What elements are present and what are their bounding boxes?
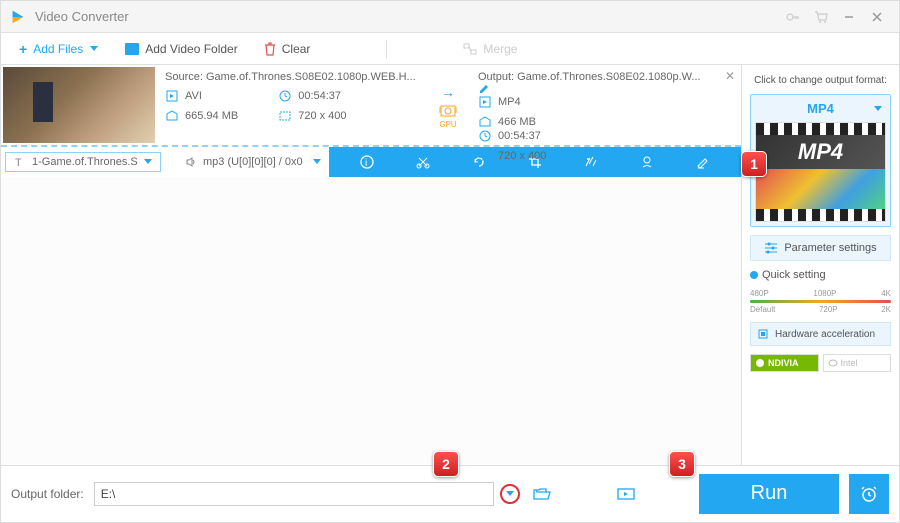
parameter-settings-button[interactable]: Parameter settings — [750, 235, 891, 261]
clear-label: Clear — [282, 42, 311, 56]
output-folder-input[interactable] — [94, 482, 494, 506]
format-selector[interactable]: MP4 MP4 — [750, 94, 891, 227]
speaker-icon — [185, 156, 197, 168]
resolution-icon — [278, 109, 292, 123]
intel-icon — [828, 358, 838, 368]
callout-2: 2 — [433, 451, 459, 477]
gpu-label: GPU — [439, 120, 456, 129]
output-info: ✕ Output: Game.of.Thrones.S08E02.1080p.W… — [468, 65, 741, 145]
video-track-dropdown[interactable]: T 1-Game.of.Thrones.S — [5, 152, 161, 172]
main-area: Source: Game.of.Thrones.S08E02.1080p.WEB… — [1, 65, 899, 465]
video-track-label: 1-Game.of.Thrones.S — [32, 156, 138, 168]
chevron-down-icon[interactable] — [874, 106, 882, 112]
format-hint: Click to change output format: — [750, 75, 891, 86]
video-thumbnail[interactable] — [3, 67, 155, 143]
empty-area — [1, 177, 741, 465]
resolution-icon — [478, 149, 492, 163]
quality-slider[interactable]: 480P1080P4K Default720P2K — [750, 289, 891, 314]
callout-3: 3 — [669, 451, 695, 477]
plus-icon: + — [19, 41, 27, 57]
scheduler-button[interactable] — [849, 474, 889, 514]
open-output-button[interactable] — [614, 482, 638, 506]
format-preview-text: MP4 — [756, 135, 885, 169]
sliders-icon — [764, 242, 778, 254]
source-format: AVI — [185, 90, 202, 102]
chip-icon — [757, 328, 769, 340]
trim-icon[interactable] — [411, 150, 435, 174]
storage-icon — [478, 115, 492, 129]
source-size: 665.94 MB — [185, 110, 238, 122]
app-title: Video Converter — [35, 9, 779, 24]
key-icon[interactable] — [779, 3, 807, 31]
separator — [386, 40, 387, 58]
output-filename: Game.of.Thrones.S08E02.1080p.W... — [517, 71, 700, 83]
bullet-icon — [750, 271, 758, 279]
format-preview: MP4 — [755, 122, 886, 222]
app-logo-icon — [9, 8, 27, 26]
add-video-folder-button[interactable]: Add Video Folder — [115, 38, 248, 60]
format-name: MP4 — [807, 101, 834, 116]
add-files-label: Add Files — [33, 42, 83, 56]
hardware-acceleration-button[interactable]: Hardware acceleration — [750, 322, 891, 346]
add-video-folder-label: Add Video Folder — [145, 42, 238, 56]
callout-1: 1 — [741, 151, 767, 177]
hardware-accel-label: Hardware acceleration — [775, 329, 875, 340]
subtitle-icon: T — [14, 156, 26, 168]
conversion-indicator: → GPU — [428, 65, 468, 145]
merge-button[interactable]: Merge — [453, 38, 527, 60]
source-info: Source: Game.of.Thrones.S08E02.1080p.WEB… — [155, 65, 428, 145]
nvidia-button[interactable]: NDIVIA — [750, 354, 819, 372]
open-folder-button[interactable] — [530, 482, 554, 506]
audio-track-label: mp3 (U[0][0][0] / 0x0 — [203, 156, 303, 168]
quick-setting-label: Quick setting — [750, 269, 891, 281]
nvidia-icon — [755, 358, 765, 368]
storage-icon — [165, 109, 179, 123]
remove-item-button[interactable]: ✕ — [725, 69, 735, 83]
svg-text:i: i — [365, 158, 367, 169]
clock-icon — [478, 129, 492, 143]
file-item: Source: Game.of.Thrones.S08E02.1080p.WEB… — [1, 65, 741, 147]
gpu-badge-icon: GPU — [437, 104, 459, 126]
toolbar: + Add Files Add Video Folder Clear Merge — [1, 33, 899, 65]
chevron-down-icon[interactable] — [89, 46, 99, 52]
format-icon — [165, 89, 179, 103]
right-panel: Click to change output format: MP4 MP4 P… — [741, 65, 899, 465]
source-filename: Game.of.Thrones.S08E02.1080p.WEB.H... — [206, 71, 416, 83]
output-folder-label: Output folder: — [11, 487, 84, 501]
clear-button[interactable]: Clear — [254, 38, 321, 60]
output-label: Output: — [478, 71, 514, 83]
intel-button[interactable]: Intel — [823, 354, 892, 372]
folder-icon — [125, 43, 139, 55]
audio-track-dropdown[interactable]: mp3 (U[0][0][0] / 0x0 — [177, 153, 329, 171]
gpu-vendor-row: NDIVIA Intel — [750, 354, 891, 372]
svg-text:T: T — [15, 157, 22, 168]
minimize-button[interactable] — [835, 3, 863, 31]
left-pane: Source: Game.of.Thrones.S08E02.1080p.WEB… — [1, 65, 741, 465]
merge-label: Merge — [483, 42, 517, 56]
parameter-settings-label: Parameter settings — [784, 242, 876, 254]
output-duration: 00:54:37 — [498, 130, 541, 142]
run-button[interactable]: Run — [699, 474, 839, 514]
trash-icon — [264, 42, 276, 56]
source-duration: 00:54:37 — [298, 90, 341, 102]
add-files-button[interactable]: + Add Files — [9, 37, 109, 61]
close-button[interactable] — [863, 3, 891, 31]
merge-icon — [463, 43, 477, 55]
edit-icon[interactable] — [478, 83, 731, 95]
source-label: Source: — [165, 71, 203, 83]
format-icon — [478, 95, 492, 109]
output-size: 466 MB — [498, 116, 536, 128]
titlebar: Video Converter — [1, 1, 899, 33]
output-folder-dropdown[interactable] — [500, 484, 520, 504]
source-resolution: 720 x 400 — [298, 110, 346, 122]
info-icon[interactable]: i — [355, 150, 379, 174]
cart-icon[interactable] — [807, 3, 835, 31]
arrow-right-icon: → — [441, 84, 455, 100]
output-format: MP4 — [498, 96, 521, 108]
chevron-down-icon — [313, 159, 321, 165]
clock-icon — [278, 89, 292, 103]
output-resolution: 720 x 400 — [498, 150, 546, 162]
chevron-down-icon — [144, 159, 152, 165]
